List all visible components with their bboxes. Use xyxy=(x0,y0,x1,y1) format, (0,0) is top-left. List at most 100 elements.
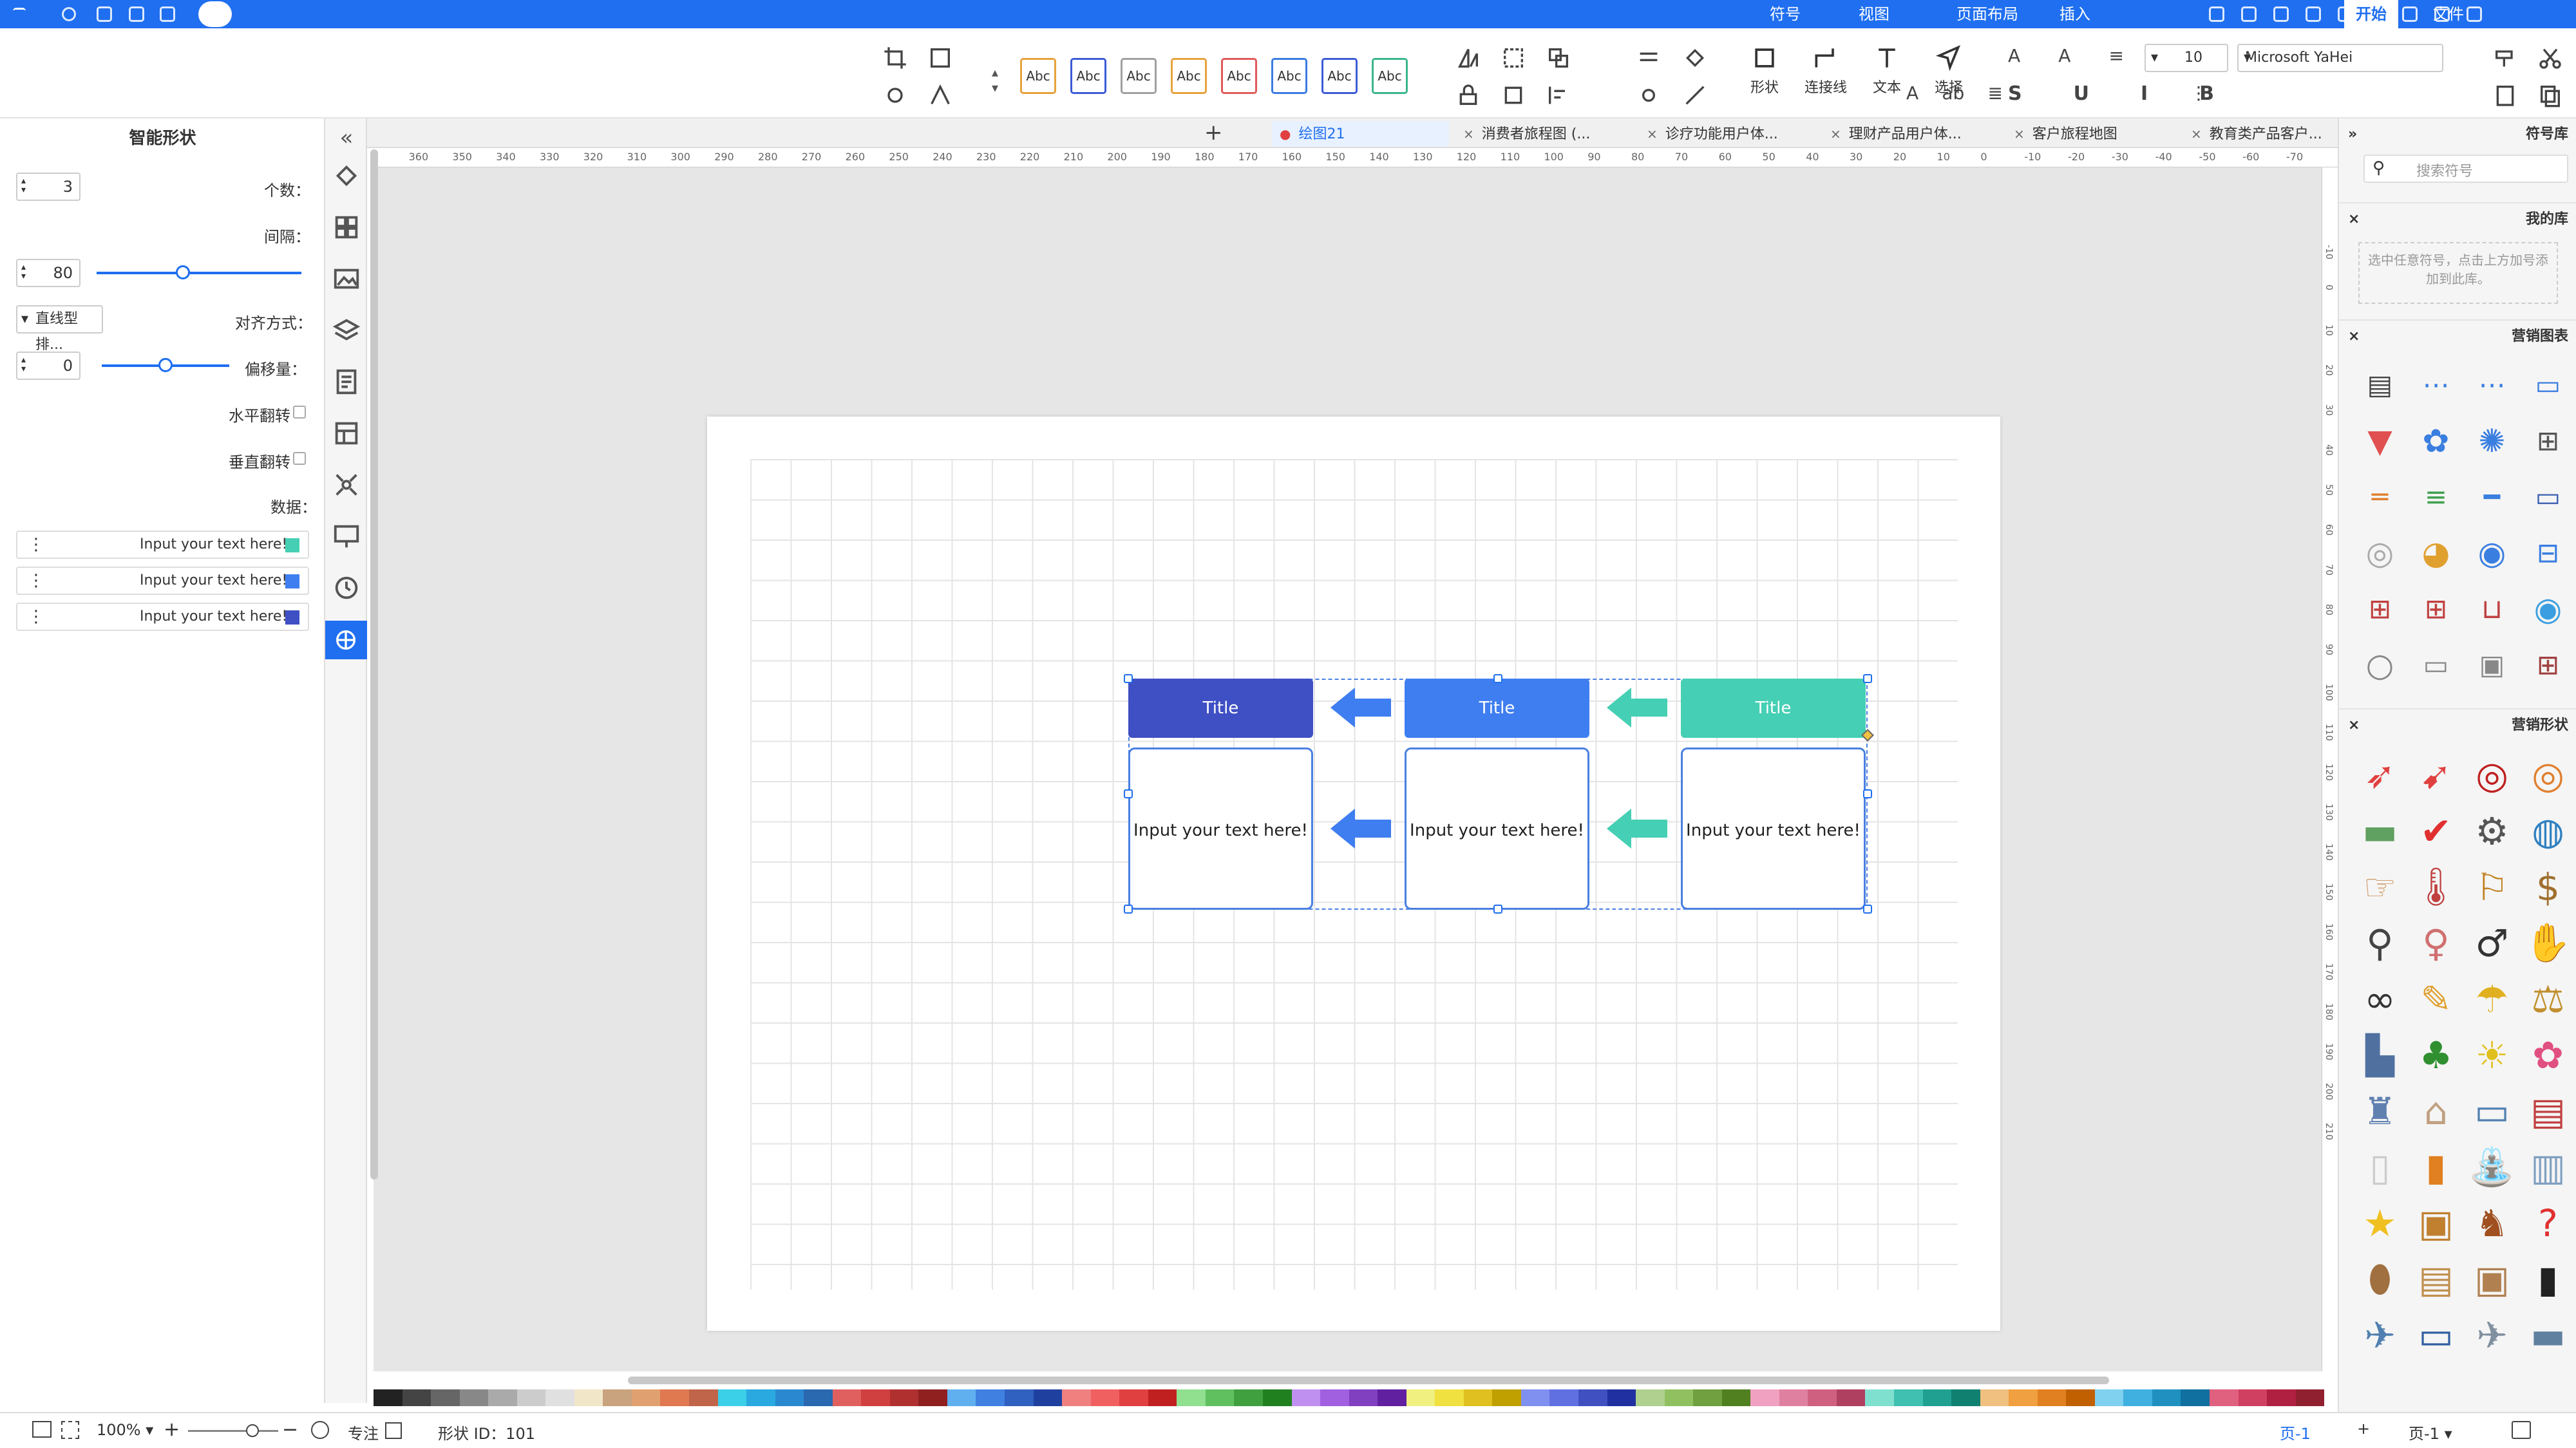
star-icon[interactable]: ★ xyxy=(2352,1195,2408,1251)
color-swatch[interactable] xyxy=(1320,1389,1349,1406)
qa-2-icon[interactable] xyxy=(2241,6,2257,22)
hand-icon[interactable]: ☞ xyxy=(2352,859,2408,915)
color-swatch[interactable] xyxy=(2152,1389,2181,1406)
color-swatch[interactable] xyxy=(947,1389,976,1406)
color-swatch[interactable] xyxy=(689,1389,718,1406)
color-swatch[interactable] xyxy=(1636,1389,1665,1406)
color-swatch[interactable] xyxy=(516,1389,546,1406)
menu-tab-view[interactable]: 视图 xyxy=(1847,0,1901,28)
dart-icon[interactable]: ➶ xyxy=(2352,747,2408,803)
current-page-tab[interactable]: 页-1 xyxy=(2280,1421,2311,1443)
data-row-1[interactable]: ⋮ Input your text here! xyxy=(16,531,309,559)
my-library-header[interactable]: 我的库 × xyxy=(2339,202,2576,234)
color-swatch[interactable] xyxy=(1177,1389,1206,1406)
color-swatch[interactable] xyxy=(2066,1389,2095,1406)
offset-slider[interactable] xyxy=(102,358,229,372)
dart-icon[interactable]: ➹ xyxy=(2408,747,2464,803)
data-icon[interactable] xyxy=(332,418,361,448)
style-preset-1[interactable]: Abc xyxy=(1372,58,1408,94)
target-chart-icon[interactable]: ◉ xyxy=(2520,581,2576,637)
color-swatch[interactable] xyxy=(1980,1389,2009,1406)
format-painter-icon[interactable] xyxy=(2492,45,2518,71)
color-swatch[interactable] xyxy=(1378,1389,1406,1406)
car-icon[interactable]: ▬ xyxy=(2520,1307,2576,1363)
style-preset-6[interactable]: Abc xyxy=(1121,58,1157,94)
menu-tab-page-layout[interactable]: 页面布局 xyxy=(1945,0,2030,28)
color-swatch[interactable] xyxy=(1808,1389,1837,1406)
zoom-in-button[interactable]: + xyxy=(164,1418,180,1441)
connect-icon[interactable] xyxy=(97,6,112,22)
focus-mode-button[interactable]: 专注 xyxy=(348,1421,379,1443)
cut-icon[interactable] xyxy=(2537,45,2563,71)
sun-icon[interactable]: ☀ xyxy=(2464,1027,2520,1083)
bullet-icon[interactable]: ⋮ xyxy=(2190,82,2215,108)
color-swatch[interactable] xyxy=(1148,1389,1177,1406)
more-icon[interactable]: ⋮ xyxy=(28,604,44,630)
resize-handle[interactable] xyxy=(1124,674,1133,683)
resize-handle[interactable] xyxy=(1124,789,1133,798)
box-icon[interactable]: ▤ xyxy=(2408,1251,2464,1307)
collapse-panel-icon[interactable]: » xyxy=(2348,118,2357,151)
bus-icon[interactable]: ▭ xyxy=(2408,1307,2464,1363)
color-swatch[interactable] xyxy=(459,1389,489,1406)
resize-handle[interactable] xyxy=(1493,674,1502,683)
money-bag-icon[interactable]: $ xyxy=(2520,859,2576,915)
tree-chart-icon[interactable]: ⊞ xyxy=(2520,413,2576,469)
color-swatch[interactable] xyxy=(603,1389,632,1406)
color-swatch[interactable] xyxy=(861,1389,890,1406)
resize-handle[interactable] xyxy=(1863,789,1872,798)
color-swatch[interactable] xyxy=(631,1389,661,1406)
share-icon[interactable] xyxy=(160,6,175,22)
history-icon[interactable] xyxy=(332,573,361,603)
color-swatch[interactable] xyxy=(717,1389,747,1406)
chart-shape-icon[interactable]: ⋯ xyxy=(2464,357,2520,413)
symbol-search-input[interactable]: 搜索符号 ⚲ xyxy=(2363,155,2568,183)
expand-panel-icon[interactable]: « xyxy=(332,125,361,155)
signpost-icon[interactable]: ⚐ xyxy=(2464,859,2520,915)
chart-shape-icon[interactable]: ⊟ xyxy=(2520,525,2576,581)
plane-icon[interactable]: ✈ xyxy=(2352,1307,2408,1363)
color-swatch[interactable] xyxy=(2238,1389,2268,1406)
vertical-scrollbar[interactable] xyxy=(370,149,378,1180)
undo-icon[interactable] xyxy=(2273,6,2289,22)
color-swatch[interactable] xyxy=(1463,1389,1493,1406)
data-row-3[interactable]: ⋮ Input your text here! xyxy=(16,603,309,631)
data-row-3-swatch[interactable] xyxy=(285,610,299,625)
menu-tab-symbols[interactable]: 符号 xyxy=(1758,0,1812,28)
flower-icon[interactable]: ✿ xyxy=(2520,1027,2576,1083)
color-swatch[interactable] xyxy=(545,1389,574,1406)
bus-icon[interactable]: ▭ xyxy=(2464,1083,2520,1139)
color-swatch[interactable] xyxy=(1750,1389,1779,1406)
style-icon[interactable] xyxy=(332,161,361,191)
data-row-2[interactable]: ⋮ Input your text here! xyxy=(16,567,309,595)
color-swatch[interactable] xyxy=(1349,1389,1378,1406)
gear-icon[interactable]: ⚙ xyxy=(2464,803,2520,859)
color-swatch[interactable] xyxy=(1262,1389,1292,1406)
color-swatch[interactable] xyxy=(1005,1389,1034,1406)
globe-icon[interactable]: ◍ xyxy=(2520,803,2576,859)
tab-doc-6[interactable]: ● 绘图21 xyxy=(1272,121,1449,147)
color-swatch[interactable] xyxy=(1549,1389,1578,1406)
tab-doc-3[interactable]: × 理财产品用户体... xyxy=(1823,121,2000,147)
redo-icon[interactable] xyxy=(2306,6,2321,22)
presets-scroll-icon[interactable]: ▴ ▾ xyxy=(992,64,998,95)
title-box-1[interactable]: Title xyxy=(1681,679,1866,738)
horizontal-scrollbar[interactable] xyxy=(628,1377,2109,1384)
color-swatch[interactable] xyxy=(1779,1389,1808,1406)
gap-slider-handle[interactable] xyxy=(175,265,190,279)
layers-icon[interactable] xyxy=(332,315,361,345)
color-swatch[interactable] xyxy=(889,1389,919,1406)
tree-icon[interactable]: ♣ xyxy=(2408,1027,2464,1083)
color-swatch[interactable] xyxy=(1062,1389,1091,1406)
color-swatch[interactable] xyxy=(1520,1389,1550,1406)
circle-chart-icon[interactable]: ◎ xyxy=(2352,525,2408,581)
timeline-icon[interactable]: ≡ xyxy=(2408,469,2464,525)
qa-1-icon[interactable] xyxy=(2209,6,2224,22)
color-swatch[interactable] xyxy=(1951,1389,1980,1406)
airplane-icon[interactable]: ✈ xyxy=(2464,1307,2520,1363)
content-box-3[interactable]: Input your text here! xyxy=(1128,748,1313,910)
close-icon[interactable]: × xyxy=(1647,126,1658,142)
scale-icon[interactable]: ⚖ xyxy=(2520,971,2576,1027)
bar-icon[interactable]: ━ xyxy=(2464,469,2520,525)
tools-icon[interactable] xyxy=(882,82,908,108)
